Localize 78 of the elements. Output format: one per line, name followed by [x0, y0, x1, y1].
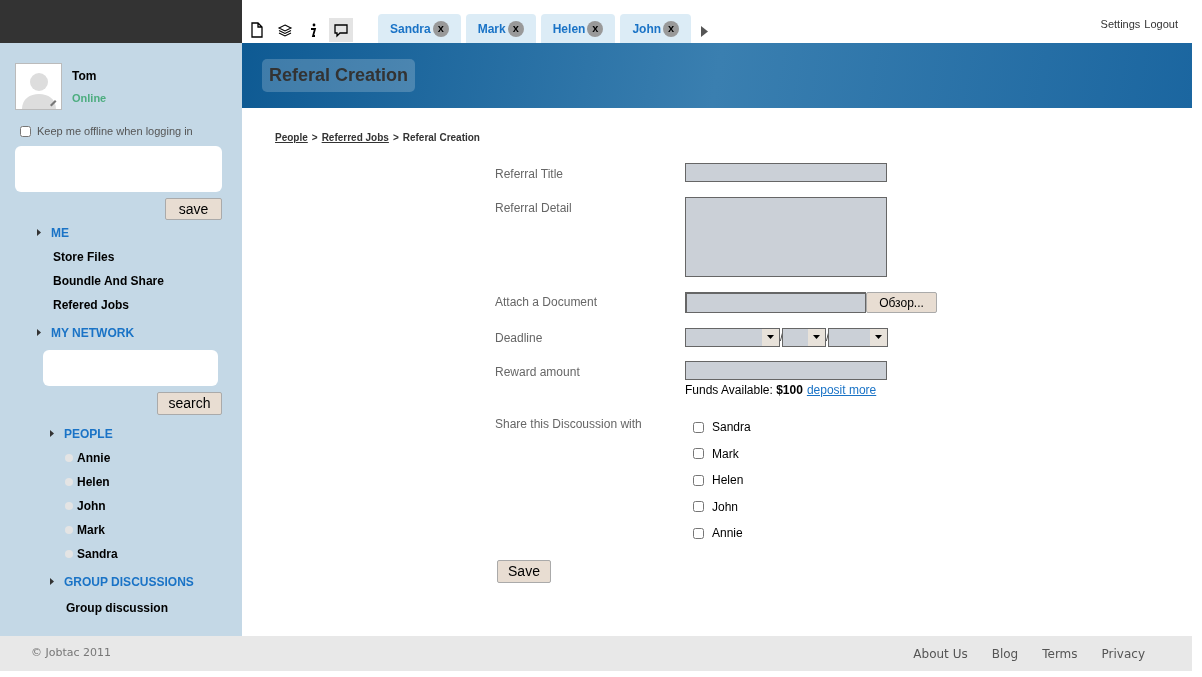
chat-tab[interactable]: Helen x [540, 14, 616, 43]
checkbox-label: John [712, 498, 739, 516]
checkbox-label: Keep me offline when logging in [37, 124, 193, 139]
speech-bubble-icon [333, 22, 349, 38]
checkbox-label: Helen [712, 472, 744, 490]
status-field[interactable] [15, 145, 222, 192]
sidebar-link[interactable]: Boundle And Share [53, 271, 222, 290]
browse-button[interactable]: Обзор... [866, 292, 937, 313]
sidebar-link[interactable]: Refered Jobs [53, 295, 222, 314]
tab-close-button[interactable]: x [663, 20, 680, 37]
user-name: Tom [72, 68, 98, 85]
chat-tab[interactable]: Sandra x [378, 14, 461, 43]
share-checkbox[interactable] [693, 421, 704, 433]
copyright-text: © Jobtac 2011 [31, 645, 112, 662]
referral-title-field[interactable] [685, 163, 887, 182]
checkbox-label: Annie [712, 525, 743, 543]
reward-amount-field[interactable] [685, 361, 887, 380]
tab-close-button[interactable]: x [507, 20, 524, 37]
field-label: Attach a Document [495, 294, 599, 311]
tab-close-button[interactable]: x [587, 20, 604, 37]
field-label: Referral Title [495, 166, 565, 183]
network-search-field[interactable] [43, 349, 218, 386]
header-link[interactable]: Settings [1100, 16, 1141, 33]
footer-link[interactable]: Privacy [1101, 644, 1145, 663]
checkbox-label: Sandra [712, 419, 751, 437]
breadcrumb-separator: > [311, 131, 318, 145]
document-icon [249, 22, 265, 38]
page-title: Referal Creation [262, 59, 416, 92]
footer-link[interactable]: About Us [913, 644, 968, 663]
checkbox-label: Mark [712, 445, 739, 463]
expand-arrow-icon[interactable] [50, 430, 54, 437]
day-dropdown[interactable] [782, 327, 826, 347]
breadcrumb-link[interactable]: People [275, 130, 308, 145]
tab-close-button[interactable]: x [432, 20, 449, 37]
tab-label[interactable]: John [632, 19, 662, 38]
deposit-link[interactable]: deposit more [806, 381, 877, 399]
footer-link[interactable]: Terms [1042, 644, 1078, 663]
tab-label[interactable]: Sandra [390, 19, 431, 38]
tab-label[interactable]: Helen [552, 19, 586, 38]
person-link[interactable]: Sandra [77, 544, 118, 563]
expand-arrow-icon[interactable] [37, 329, 41, 336]
field-label: Reward amount [495, 364, 581, 381]
layers-icon [277, 22, 293, 38]
tab-label[interactable]: Mark [477, 19, 506, 38]
person-link[interactable]: Mark [77, 520, 105, 539]
speech-bubble-tool[interactable] [329, 18, 353, 42]
footer-link[interactable]: Blog [991, 644, 1019, 663]
share-checkbox[interactable] [693, 448, 704, 460]
person-link[interactable]: John [77, 496, 106, 515]
file-path-field[interactable] [685, 292, 866, 313]
month-dropdown[interactable] [685, 327, 780, 347]
expand-arrow-icon[interactable] [50, 578, 54, 585]
group-link[interactable]: Group discussion [66, 598, 222, 617]
funds-available: Funds Available: $100 [685, 382, 803, 399]
breadcrumb-link[interactable]: Referred Jobs [321, 130, 389, 145]
sidebar-link[interactable]: Store Files [53, 247, 222, 266]
chat-tab[interactable]: Mark x [465, 14, 536, 43]
share-checkbox[interactable] [693, 501, 704, 513]
referral-detail-field[interactable] [685, 197, 887, 277]
chat-tab[interactable]: John x [620, 14, 692, 43]
field-label: Share this Discoussion with [495, 416, 643, 433]
breadcrumb-current: Referal Creation [402, 131, 480, 145]
header-link[interactable]: Logout [1144, 16, 1178, 33]
person-link[interactable]: Annie [77, 448, 111, 467]
user-status: Online [72, 91, 107, 106]
breadcrumb-separator: > [392, 131, 399, 145]
save-button[interactable]: save [165, 197, 222, 220]
person-link[interactable]: Helen [77, 472, 110, 491]
scroll-right-icon[interactable] [701, 26, 709, 37]
share-checkbox[interactable] [693, 474, 704, 486]
share-checkbox[interactable] [693, 527, 704, 539]
field-label: Deadline [495, 330, 544, 347]
year-dropdown[interactable] [828, 327, 888, 347]
expand-arrow-icon[interactable] [37, 229, 41, 236]
save-button[interactable]: Save [497, 559, 551, 583]
field-label: Referral Detail [495, 200, 573, 217]
search-button[interactable]: search [157, 391, 222, 415]
keep-offline-checkbox[interactable] [20, 125, 31, 137]
